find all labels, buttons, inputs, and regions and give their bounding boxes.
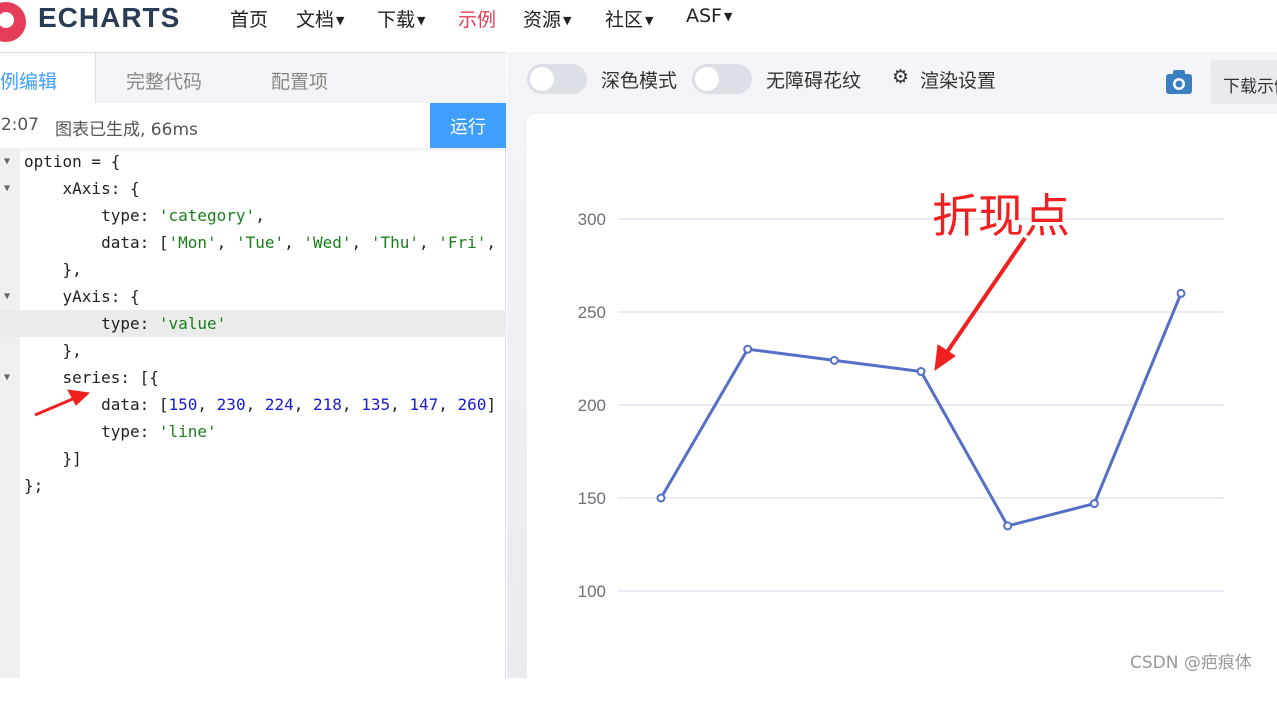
y-tick-label: 250 [578, 303, 606, 322]
data-point [743, 344, 753, 354]
data-point [829, 355, 839, 365]
data-point [656, 493, 666, 503]
y-tick-label: 150 [578, 489, 606, 508]
data-point [916, 367, 926, 377]
y-tick-label: 300 [578, 210, 606, 229]
y-tick-label: 100 [578, 582, 606, 601]
annotation-text: 折现点 [932, 189, 1070, 243]
y-tick-label: 200 [578, 396, 606, 415]
series-line [659, 292, 1183, 528]
data-point [1089, 499, 1099, 509]
watermark: CSDN @疤痕体 [1130, 653, 1252, 673]
data-point [1003, 521, 1013, 531]
data-point [1176, 288, 1186, 298]
line-chart: 30025020015010050 [578, 210, 1224, 678]
